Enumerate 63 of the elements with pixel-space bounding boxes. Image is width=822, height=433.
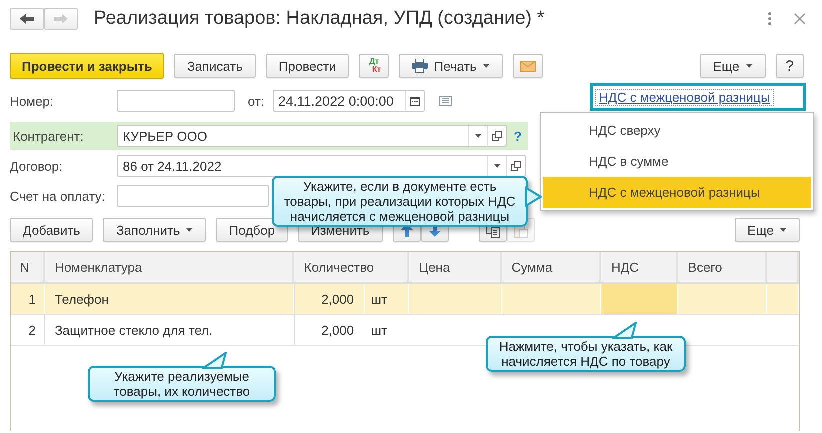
table-cell: шт <box>365 284 409 314</box>
menu-item[interactable]: НДС сверху <box>541 115 813 146</box>
caret-icon <box>780 228 787 232</box>
table-cell-text: Защитное стекло для тел. <box>54 322 214 340</box>
caret-icon <box>494 164 500 168</box>
table-row[interactable]: 1 Телефон 2,000 шт <box>11 284 799 315</box>
ledger-button[interactable]: Дт Кт <box>359 54 390 78</box>
table-cell: 2,000 <box>294 284 366 314</box>
window-title: Реализация товаров: Накладная, УПД (создание) * <box>94 8 546 30</box>
contract-field[interactable]: 86 от 24.11.2022 <box>117 155 526 177</box>
menu-item[interactable]: НДС с межценовой разницы <box>543 177 811 208</box>
caret-icon <box>474 134 482 138</box>
back-arrow-icon <box>20 14 34 24</box>
column-header[interactable]: Цена <box>408 252 502 282</box>
forward-arrow-icon <box>54 14 68 24</box>
toolbar-button[interactable]: Провести <box>266 54 350 78</box>
table-cell: 1 <box>11 284 45 314</box>
table-toolbar-button[interactable]: Добавить <box>10 218 94 242</box>
caret-icon <box>746 64 753 68</box>
column-header[interactable]: Всего <box>678 252 768 282</box>
table-cell: Телефон <box>44 284 294 314</box>
calendar-icon <box>410 96 420 106</box>
number-field[interactable] <box>117 90 235 112</box>
column-header[interactable]: Сумма <box>502 252 602 282</box>
menu-item[interactable]: НДС в сумме <box>541 146 813 177</box>
field-label: Контрагент: <box>12 128 85 144</box>
column-header[interactable]: N <box>11 252 45 282</box>
more-menu-button[interactable]: Еще <box>700 54 766 78</box>
caret-icon <box>186 228 194 232</box>
close-icon[interactable] <box>794 13 806 25</box>
date-field[interactable]: 24.11.2022 0:00:00 <box>272 90 425 112</box>
open-icon <box>511 161 521 171</box>
column-header[interactable]: Количество <box>294 252 409 282</box>
table-cell: 2,000 <box>294 315 366 345</box>
field-label: Номер: <box>10 94 55 108</box>
vat-cell[interactable] <box>601 284 678 314</box>
callout-text: Укажите реализуемые товары, их количество <box>112 369 252 399</box>
field-label: от: <box>248 94 265 108</box>
counterparty-field[interactable]: КУРЬЕР ООО <box>117 125 507 147</box>
table-toolbar-button[interactable]: Подбор <box>216 218 288 242</box>
help-link[interactable]: ? <box>514 128 522 144</box>
print-button[interactable]: Печать <box>399 54 503 78</box>
field-label: Счет на оплату: <box>10 188 106 204</box>
column-header[interactable]: НДС <box>601 252 678 282</box>
caret-icon <box>482 64 490 68</box>
table-cell: 2 <box>11 315 45 345</box>
more-menu-button[interactable]: Еще <box>734 218 800 242</box>
fill-menu-button[interactable]: Заполнить <box>103 218 206 242</box>
more-icon[interactable] <box>768 12 772 26</box>
open-icon <box>492 131 502 141</box>
vat-mode-link[interactable]: НДС с межценовой разницы <box>596 90 774 104</box>
table-cell-text: шт <box>370 322 388 340</box>
envelope-icon <box>520 60 536 72</box>
post-and-close-button[interactable]: Провести и закрыть <box>10 53 164 79</box>
column-header[interactable]: Номенклатура <box>44 252 294 282</box>
back-button[interactable] <box>10 8 44 30</box>
email-button[interactable] <box>512 54 543 78</box>
help-button[interactable]: ? <box>776 54 804 78</box>
toolbar-button[interactable]: Записать <box>174 54 256 78</box>
invoice-field[interactable] <box>117 185 269 207</box>
printer-icon <box>412 59 428 73</box>
field-label: Договор: <box>10 158 64 174</box>
list-icon[interactable] <box>438 96 452 106</box>
